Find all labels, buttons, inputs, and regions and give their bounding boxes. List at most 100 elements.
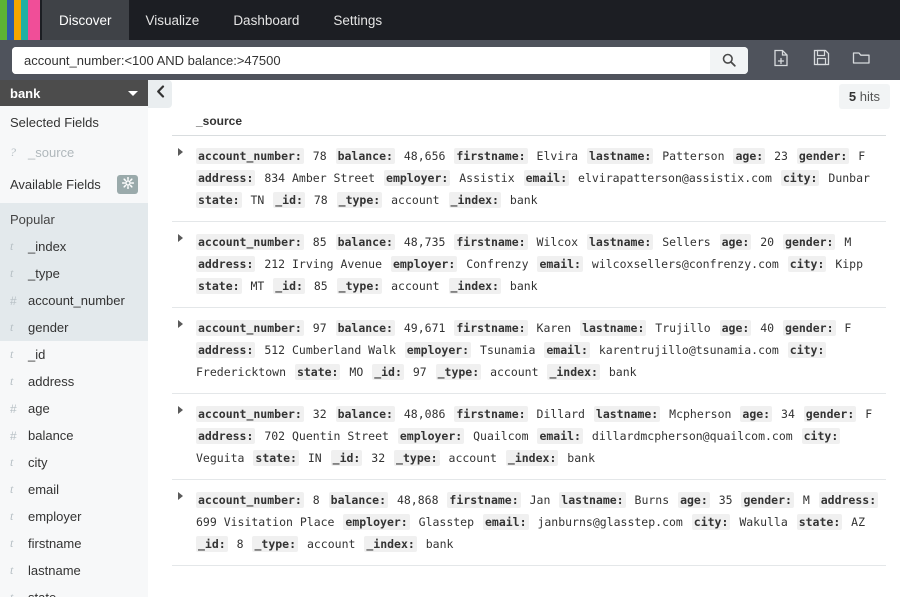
field-key: _id:: [273, 278, 305, 294]
field-key: email:: [537, 256, 583, 272]
logo-bar-3: [21, 0, 28, 40]
field-key: employer:: [343, 514, 409, 530]
tab-discover[interactable]: Discover: [42, 0, 129, 40]
logo-bar-2: [14, 0, 21, 40]
search-icon: [722, 53, 736, 67]
field-value: bank: [501, 193, 540, 207]
search-submit-button[interactable]: [710, 47, 748, 74]
search-input[interactable]: [12, 47, 710, 74]
column-header-source[interactable]: _source: [172, 114, 886, 136]
logo-bar-0: [0, 0, 7, 40]
field-value: Dunbar: [819, 171, 871, 185]
field-value: 32: [304, 407, 336, 421]
field-key: gender:: [783, 320, 835, 336]
open-search-button[interactable]: [850, 49, 872, 71]
field-item-id[interactable]: t_id: [0, 341, 148, 368]
field-item-city[interactable]: tcity: [0, 449, 148, 476]
field-key: employer:: [384, 170, 450, 186]
source-cell: account_number: 85 balance: 48,735 first…: [196, 231, 886, 297]
field-key: _id:: [273, 192, 305, 208]
tab-dashboard[interactable]: Dashboard: [216, 0, 316, 40]
field-name: _type: [24, 266, 60, 281]
field-value: M: [794, 493, 819, 507]
expand-row-icon[interactable]: [178, 320, 183, 328]
field-type-icon: #: [10, 429, 24, 443]
field-type-icon: t: [10, 266, 24, 281]
field-name: gender: [24, 320, 68, 335]
chevron-down-icon: [128, 91, 138, 96]
field-item-account_number[interactable]: #account_number: [0, 287, 148, 314]
field-value: 8: [304, 493, 329, 507]
field-type-icon: t: [10, 536, 24, 551]
new-search-icon: [773, 49, 789, 72]
field-value: F: [856, 407, 874, 421]
field-item-employer[interactable]: temployer: [0, 503, 148, 530]
source-cell: account_number: 8 balance: 48,868 firstn…: [196, 489, 886, 555]
field-key: city:: [781, 170, 820, 186]
field-key: address:: [196, 428, 255, 444]
field-value: Trujillo: [646, 321, 719, 335]
field-value: bank: [600, 365, 639, 379]
available-fields-label: Available Fields: [10, 177, 101, 192]
expand-row-icon[interactable]: [178, 234, 183, 242]
hits-label: hits: [860, 89, 880, 104]
field-key: _type:: [252, 536, 298, 552]
field-key: city:: [788, 342, 827, 358]
field-value: 48,086: [395, 407, 454, 421]
field-item-gender[interactable]: tgender: [0, 314, 148, 341]
expand-row-icon[interactable]: [178, 492, 183, 500]
field-item-type[interactable]: t_type: [0, 260, 148, 287]
expand-row-icon[interactable]: [178, 406, 183, 414]
expand-row-icon[interactable]: [178, 148, 183, 156]
field-value: TN: [242, 193, 274, 207]
field-key: lastname:: [559, 492, 625, 508]
field-name: address: [24, 374, 74, 389]
field-value: M: [835, 235, 853, 249]
field-key: balance:: [336, 320, 395, 336]
tab-label: Settings: [333, 13, 382, 28]
save-search-button[interactable]: [810, 49, 832, 71]
source-cell: account_number: 78 balance: 48,656 first…: [196, 145, 886, 211]
field-settings-button[interactable]: [117, 175, 138, 194]
field-key: firstname:: [447, 492, 520, 508]
main-topbar: 5 hits: [148, 80, 900, 114]
field-value: 85: [304, 235, 336, 249]
field-item-state[interactable]: tstate: [0, 584, 148, 597]
field-item-source[interactable]: ?_source: [0, 139, 148, 166]
field-key: age:: [720, 234, 752, 250]
field-item-firstname[interactable]: tfirstname: [0, 530, 148, 557]
main-panel: 5 hits _source account_number: 78 balanc…: [148, 80, 900, 597]
field-key: state:: [253, 450, 299, 466]
index-pattern-selector[interactable]: bank: [0, 80, 148, 106]
field-value: 97: [304, 321, 336, 335]
field-value: Mcpherson: [660, 407, 740, 421]
tab-label: Dashboard: [233, 13, 299, 28]
field-key: _index:: [547, 364, 599, 380]
field-value: account: [298, 537, 364, 551]
popular-fields-list: t_indext_type#account_numbertgender: [0, 233, 148, 341]
field-key: gender:: [741, 492, 793, 508]
field-item-balance[interactable]: #balance: [0, 422, 148, 449]
field-value: 834 Amber Street: [255, 171, 384, 185]
field-item-email[interactable]: temail: [0, 476, 148, 503]
field-key: address:: [819, 492, 878, 508]
field-name: city: [24, 455, 48, 470]
field-key: _type:: [436, 364, 482, 380]
documents-table: _source account_number: 78 balance: 48,6…: [172, 114, 886, 566]
new-search-button[interactable]: [770, 49, 792, 71]
tab-visualize[interactable]: Visualize: [129, 0, 217, 40]
field-value: karentrujillo@tsunamia.com: [590, 343, 788, 357]
field-key: account_number:: [196, 234, 304, 250]
field-item-address[interactable]: taddress: [0, 368, 148, 395]
field-item-index[interactable]: t_index: [0, 233, 148, 260]
field-item-lastname[interactable]: tlastname: [0, 557, 148, 584]
field-value: 48,868: [388, 493, 447, 507]
tab-settings[interactable]: Settings: [316, 0, 399, 40]
collapse-sidebar-button[interactable]: [148, 80, 172, 108]
available-fields-list: t_idtaddress#age#balancetcitytemailtempl…: [0, 341, 148, 597]
field-key: lastname:: [594, 406, 660, 422]
search-field-wrapper: [12, 47, 748, 74]
field-key: age:: [720, 320, 752, 336]
field-item-age[interactable]: #age: [0, 395, 148, 422]
save-search-icon: [813, 49, 830, 71]
